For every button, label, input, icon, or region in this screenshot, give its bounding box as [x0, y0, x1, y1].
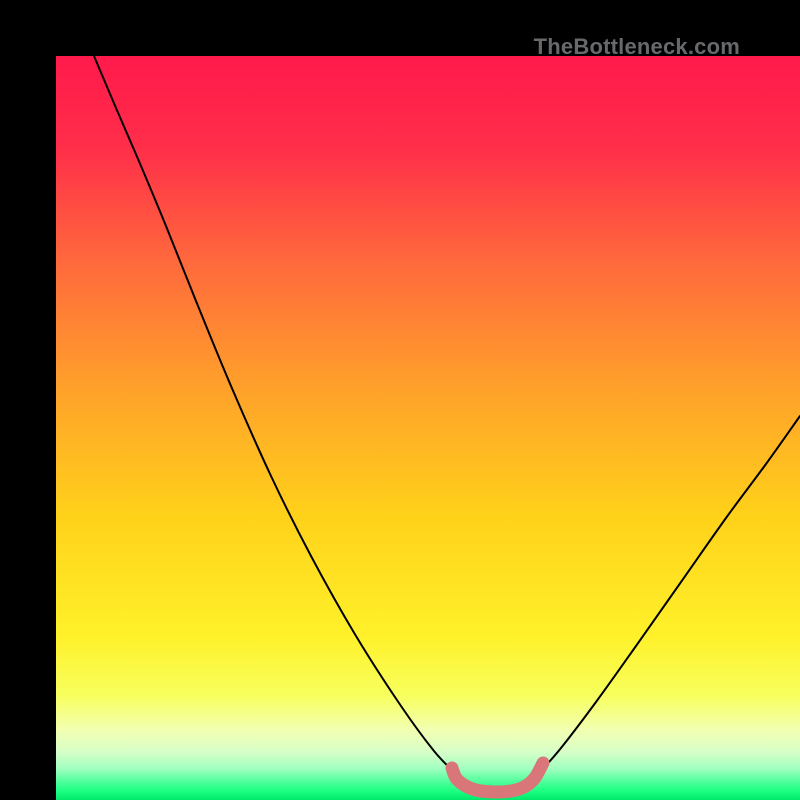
curve-right-branch	[540, 416, 800, 772]
chart-frame: TheBottleneck.com	[0, 0, 800, 800]
curve-layer	[56, 56, 800, 800]
curve-left-branch	[94, 56, 454, 772]
plot-area	[56, 56, 800, 800]
curve-bottom-bump	[452, 763, 543, 792]
